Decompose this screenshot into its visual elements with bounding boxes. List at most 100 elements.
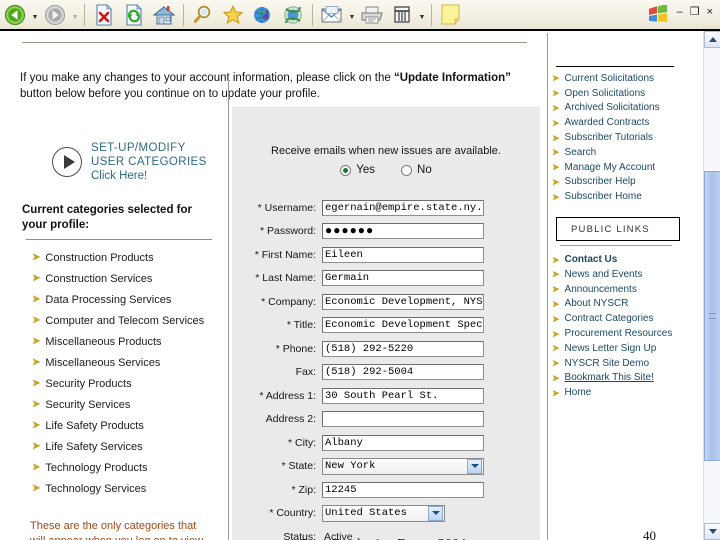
list-item[interactable]: ➤ Construction Products xyxy=(32,247,222,268)
home-button[interactable] xyxy=(149,1,179,29)
country-select[interactable]: United States xyxy=(322,505,445,522)
setup-user-categories-link[interactable]: SET-UP/MODIFY USER CATEGORIES Click Here… xyxy=(14,135,222,183)
restore-button[interactable]: ❐ xyxy=(690,8,700,16)
sidebar-item-news-letter-sign-up[interactable]: ➤ News Letter Sign Up xyxy=(552,341,690,356)
mail-menu-caret-icon[interactable]: ▼ xyxy=(347,1,357,29)
first-name-input[interactable]: Eileen xyxy=(322,247,484,263)
close-button[interactable]: × xyxy=(707,8,713,16)
field-label: * Address 1: xyxy=(232,390,322,402)
search-button[interactable] xyxy=(188,1,218,29)
edit-button[interactable] xyxy=(387,1,417,29)
list-item[interactable]: ➤ Technology Products xyxy=(32,457,222,478)
sidebar-item-manage-my-account[interactable]: ➤ Manage My Account xyxy=(552,160,690,175)
field-row-last-name: * Last Name: Germain xyxy=(232,267,540,291)
field-row-password: * Password: ●●●●●● xyxy=(232,220,540,244)
setup-promo-text: SET-UP/MODIFY USER CATEGORIES Click Here… xyxy=(91,141,207,183)
scroll-down-button[interactable] xyxy=(704,523,720,540)
last-name-input[interactable]: Germain xyxy=(322,270,484,286)
chevron-down-icon[interactable] xyxy=(428,506,443,521)
history-button[interactable] xyxy=(278,1,308,29)
minimize-button[interactable]: – xyxy=(677,8,683,16)
chevron-right-icon: ➤ xyxy=(552,373,560,383)
list-item[interactable]: ➤ Miscellaneous Services xyxy=(32,352,222,373)
chevron-right-icon: ➤ xyxy=(552,329,560,339)
field-label: Fax: xyxy=(232,366,322,378)
media-button[interactable] xyxy=(248,1,278,29)
list-item[interactable]: ➤ Security Services xyxy=(32,394,222,415)
sidebar-item-announcements[interactable]: ➤ Announcements xyxy=(552,282,690,297)
state-select[interactable]: New York xyxy=(322,458,484,475)
sidebar-item-contact-us[interactable]: ➤ Contact Us xyxy=(552,252,690,267)
username-input[interactable]: egernain@empire.state.ny. xyxy=(322,200,484,216)
address1-input[interactable]: 30 South Pearl St. xyxy=(322,388,484,404)
list-item[interactable]: ➤ Data Processing Services xyxy=(32,289,222,310)
chevron-right-icon: ➤ xyxy=(32,337,40,347)
sidebar-item-search[interactable]: ➤ Search xyxy=(552,145,690,160)
chevron-right-icon: ➤ xyxy=(552,73,560,83)
chevron-right-icon: ➤ xyxy=(32,484,40,494)
sidebar-item-nyscr-site-demo[interactable]: ➤ NYSCR Site Demo xyxy=(552,356,690,371)
edit-menu-caret-icon[interactable]: ▼ xyxy=(417,1,427,29)
sidebar-item-home[interactable]: ➤ Home xyxy=(552,385,690,400)
sidebar-item-label: Search xyxy=(565,147,597,158)
fax-input[interactable]: (518) 292-5004 xyxy=(322,364,484,380)
sidebar-item-bookmark-this-site[interactable]: ➤ Bookmark This Site! xyxy=(552,371,690,386)
scroll-up-button[interactable] xyxy=(704,31,720,48)
chevron-right-icon: ➤ xyxy=(32,379,40,389)
password-input[interactable]: ●●●●●● xyxy=(322,223,484,239)
phone-input[interactable]: (518) 292-5220 xyxy=(322,341,484,357)
stop-button[interactable] xyxy=(89,1,119,29)
list-item[interactable]: ➤ Life Safety Products xyxy=(32,415,222,436)
sidebar-item-subscriber-help[interactable]: ➤ Subscriber Help xyxy=(552,175,690,190)
zip-input[interactable]: 12245 xyxy=(322,482,484,498)
favorites-button[interactable] xyxy=(218,1,248,29)
chevron-down-icon[interactable] xyxy=(467,459,482,474)
list-item[interactable]: ➤ Computer and Telecom Services xyxy=(32,310,222,331)
sidebar-item-awarded-contracts[interactable]: ➤ Awarded Contracts xyxy=(552,115,690,130)
sidebar-item-label: Subscriber Home xyxy=(565,191,642,202)
refresh-button[interactable] xyxy=(119,1,149,29)
sidebar-item-open-solicitations[interactable]: ➤ Open Solicitations xyxy=(552,86,690,101)
setup-promo-line3: Click Here! xyxy=(91,169,207,183)
list-item[interactable]: ➤ Construction Services xyxy=(32,268,222,289)
radio-option-yes[interactable]: Yes xyxy=(340,164,375,176)
sidebar-item-procurement-resources[interactable]: ➤ Procurement Resources xyxy=(552,326,690,341)
company-input[interactable]: Economic Development, NYS xyxy=(322,294,484,310)
category-label: Computer and Telecom Services xyxy=(45,315,204,327)
instruction-text-before: If you make any changes to your account … xyxy=(20,72,394,84)
sidebar-item-subscriber-tutorials[interactable]: ➤ Subscriber Tutorials xyxy=(552,130,690,145)
list-item[interactable]: ➤ Security Products xyxy=(32,373,222,394)
notes-button[interactable] xyxy=(436,1,466,29)
category-label: Security Products xyxy=(45,378,131,390)
list-item[interactable]: ➤ Technology Services xyxy=(32,478,222,499)
radio-option-no[interactable]: No xyxy=(401,164,432,176)
chevron-right-icon: ➤ xyxy=(552,192,560,202)
back-history-caret-icon[interactable]: ▼ xyxy=(30,1,40,29)
radio-yes-input[interactable] xyxy=(340,165,351,176)
vertical-scrollbar[interactable] xyxy=(703,31,720,540)
scroll-track-upper[interactable] xyxy=(704,48,720,171)
back-button[interactable] xyxy=(0,1,30,29)
radio-no-input[interactable] xyxy=(401,165,412,176)
sidebar-item-current-solicitations[interactable]: ➤ Current Solicitations xyxy=(552,71,690,86)
mail-button[interactable] xyxy=(317,1,347,29)
chevron-right-icon: ➤ xyxy=(32,316,40,326)
sidebar-item-archived-solicitations[interactable]: ➤ Archived Solicitations xyxy=(552,101,690,116)
sidebar-item-subscriber-home[interactable]: ➤ Subscriber Home xyxy=(552,189,690,204)
address2-input[interactable] xyxy=(322,411,484,427)
sidebar-item-contract-categories[interactable]: ➤ Contract Categories xyxy=(552,311,690,326)
sidebar-item-label: News Letter Sign Up xyxy=(565,343,657,354)
sidebar-item-news-and-events[interactable]: ➤ News and Events xyxy=(552,267,690,282)
scrollbar-thumb[interactable] xyxy=(704,171,720,461)
toolbar-divider xyxy=(183,4,184,26)
list-item[interactable]: ➤ Life Safety Services xyxy=(32,436,222,457)
sidebar-item-about-nyscr[interactable]: ➤ About NYSCR xyxy=(552,297,690,312)
account-fields: * Username: egernain@empire.state.ny. * … xyxy=(232,196,540,540)
list-item[interactable]: ➤ Miscellaneous Products xyxy=(32,331,222,352)
scroll-track-lower[interactable] xyxy=(704,461,720,523)
city-input[interactable]: Albany xyxy=(322,435,484,451)
field-label: * First Name: xyxy=(232,249,322,261)
field-row-phone: * Phone: (518) 292-5220 xyxy=(232,337,540,361)
title-input[interactable]: Economic Development Spec xyxy=(322,317,484,333)
print-button[interactable] xyxy=(357,1,387,29)
